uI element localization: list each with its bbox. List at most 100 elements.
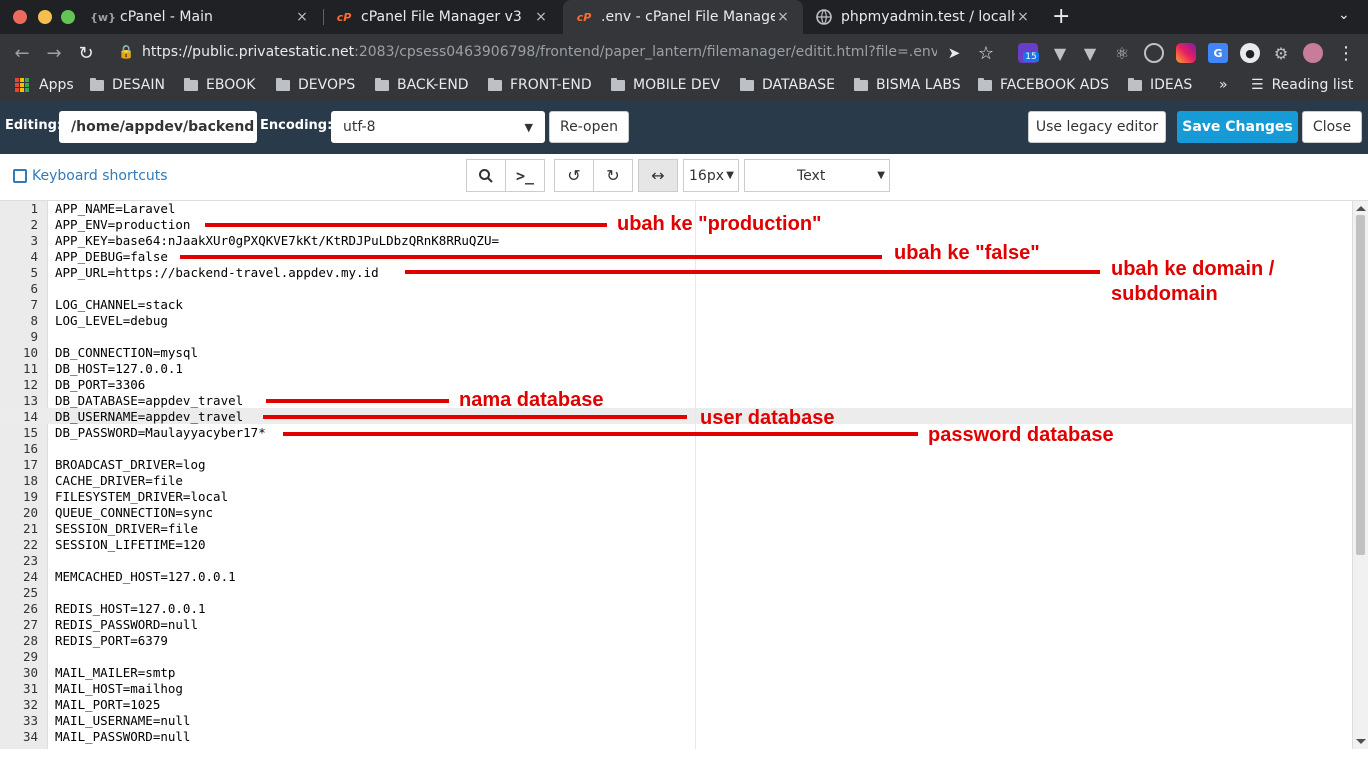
bookmark-folder[interactable]: DESAIN xyxy=(90,77,165,93)
reading-list-button[interactable]: ☰ Reading list xyxy=(1251,77,1353,93)
chevron-down-icon[interactable]: ⌄ xyxy=(1338,7,1350,23)
wrap-toggle-button[interactable]: ↔ xyxy=(638,159,678,192)
bookmark-folder[interactable]: FRONT-END xyxy=(488,77,592,93)
tab-close-icon[interactable]: × xyxy=(294,9,310,25)
line-text[interactable]: MAIL_MAILER=smtp xyxy=(55,665,175,681)
google-translate-icon[interactable]: G xyxy=(1208,43,1228,63)
line-text[interactable]: REDIS_PORT=6379 xyxy=(55,633,168,649)
code-line[interactable]: 17 BROADCAST_DRIVER=log xyxy=(0,457,1352,473)
line-text[interactable]: DB_PASSWORD=Maulayyacyber17* xyxy=(55,425,266,441)
back-icon[interactable]: ← xyxy=(10,41,34,65)
vue-icon[interactable]: ▼ xyxy=(1080,43,1100,63)
mode-select[interactable]: Text ▼ xyxy=(744,159,890,192)
code-line[interactable]: 19 FILESYSTEM_DRIVER=local xyxy=(0,489,1352,505)
save-changes-button[interactable]: Save Changes xyxy=(1177,111,1298,143)
code-line[interactable]: 12 DB_PORT=3306 xyxy=(0,377,1352,393)
line-text[interactable]: MAIL_HOST=mailhog xyxy=(55,681,183,697)
new-tab-button[interactable]: + xyxy=(1052,4,1070,29)
star-icon[interactable]: ☆ xyxy=(974,41,998,65)
react-devtools-icon[interactable]: ⚛ xyxy=(1112,43,1132,63)
search-button[interactable] xyxy=(466,159,506,192)
line-text[interactable]: APP_URL=https://backend-travel.appdev.my… xyxy=(55,265,379,281)
line-text[interactable]: LOG_CHANNEL=stack xyxy=(55,297,183,313)
code-line[interactable]: 27 REDIS_PASSWORD=null xyxy=(0,617,1352,633)
avatar[interactable] xyxy=(1303,43,1323,63)
line-text[interactable]: SESSION_LIFETIME=120 xyxy=(55,537,206,553)
line-text[interactable]: MAIL_PORT=1025 xyxy=(55,697,160,713)
tab-close-icon[interactable]: × xyxy=(1015,9,1031,25)
tab-close-icon[interactable]: × xyxy=(775,9,791,25)
reopen-button[interactable]: Re-open xyxy=(549,111,629,143)
code-line[interactable]: 16 xyxy=(0,441,1352,457)
code-line[interactable]: 32 MAIL_PORT=1025 xyxy=(0,697,1352,713)
bookmark-folder[interactable]: BISMA LABS xyxy=(854,77,961,93)
instagram-icon[interactable] xyxy=(1176,43,1196,63)
code-line[interactable]: 20 QUEUE_CONNECTION=sync xyxy=(0,505,1352,521)
code-line[interactable]: 22 SESSION_LIFETIME=120 xyxy=(0,537,1352,553)
send-icon[interactable]: ➤ xyxy=(942,41,966,65)
keyboard-shortcuts-link[interactable]: Keyboard shortcuts xyxy=(13,168,168,184)
close-button[interactable]: Close xyxy=(1302,111,1362,143)
bookmark-folder[interactable]: EBOOK xyxy=(184,77,255,93)
tab-cpanel-main[interactable]: {w} cPanel - Main × xyxy=(82,0,322,34)
line-text[interactable]: APP_KEY=base64:nJaakXUr0gPXQKVE7kKt/KtRD… xyxy=(55,233,499,249)
bookmark-folder[interactable]: MOBILE DEV xyxy=(611,77,720,93)
line-text[interactable]: DB_CONNECTION=mysql xyxy=(55,345,198,361)
target-icon[interactable] xyxy=(1144,43,1164,63)
line-text[interactable]: MAIL_USERNAME=null xyxy=(55,713,190,729)
bookmarks-overflow-button[interactable]: » xyxy=(1219,77,1228,93)
line-text[interactable]: MEMCACHED_HOST=127.0.0.1 xyxy=(55,569,236,585)
menu-icon[interactable]: ⋮ xyxy=(1334,41,1358,65)
goto-line-button[interactable]: >_ xyxy=(505,159,545,192)
code-line[interactable]: 10 DB_CONNECTION=mysql xyxy=(0,345,1352,361)
tab-env-file-manager[interactable]: cP .env - cPanel File Manager × xyxy=(563,0,803,34)
line-text[interactable]: DB_HOST=127.0.0.1 xyxy=(55,361,183,377)
code-line[interactable]: 24 MEMCACHED_HOST=127.0.0.1 xyxy=(0,569,1352,585)
window-close-button[interactable] xyxy=(13,10,27,24)
encoding-select[interactable]: utf-8 ▼ xyxy=(331,111,545,143)
code-line[interactable]: 13 DB_DATABASE=appdev_travel xyxy=(0,393,1352,409)
line-text[interactable]: DB_USERNAME=appdev_travel xyxy=(55,409,243,425)
code-editor[interactable]: 1 APP_NAME=Laravel 2 APP_ENV=production 3 APP… xyxy=(0,200,1368,749)
editing-path-field[interactable]: /home/appdev/backend xyxy=(59,111,257,143)
code-line[interactable]: 34 MAIL_PASSWORD=null xyxy=(0,729,1352,745)
line-text[interactable]: FILESYSTEM_DRIVER=local xyxy=(55,489,228,505)
line-text[interactable]: APP_DEBUG=false xyxy=(55,249,168,265)
line-text[interactable]: DB_DATABASE=appdev_travel xyxy=(55,393,243,409)
code-line[interactable]: 30 MAIL_MAILER=smtp xyxy=(0,665,1352,681)
bookmark-folder[interactable]: BACK-END xyxy=(375,77,469,93)
redo-button[interactable]: ↻ xyxy=(593,159,633,192)
code-line[interactable]: 25 xyxy=(0,585,1352,601)
code-line[interactable]: 33 MAIL_USERNAME=null xyxy=(0,713,1352,729)
line-text[interactable]: LOG_LEVEL=debug xyxy=(55,313,168,329)
tab-close-icon[interactable]: × xyxy=(533,9,549,25)
code-line[interactable]: 18 CACHE_DRIVER=file xyxy=(0,473,1352,489)
code-line[interactable]: 23 xyxy=(0,553,1352,569)
undo-button[interactable]: ↺ xyxy=(554,159,594,192)
code-line[interactable]: 11 DB_HOST=127.0.0.1 xyxy=(0,361,1352,377)
bookmark-apps[interactable]: Apps xyxy=(15,77,74,93)
line-text[interactable]: MAIL_PASSWORD=null xyxy=(55,729,190,745)
code-line[interactable]: 28 REDIS_PORT=6379 xyxy=(0,633,1352,649)
window-maximize-button[interactable] xyxy=(61,10,75,24)
code-line[interactable]: 9 xyxy=(0,329,1352,345)
line-text[interactable]: SESSION_DRIVER=file xyxy=(55,521,198,537)
tab-phpmyadmin[interactable]: phpmyadmin.test / localh × xyxy=(803,0,1043,34)
code-line[interactable]: 31 MAIL_HOST=mailhog xyxy=(0,681,1352,697)
line-text[interactable]: REDIS_PASSWORD=null xyxy=(55,617,198,633)
line-text[interactable]: APP_NAME=Laravel xyxy=(55,201,175,217)
legacy-editor-button[interactable]: Use legacy editor xyxy=(1028,111,1166,143)
bookmark-folder[interactable]: DEVOPS xyxy=(276,77,355,93)
forward-icon[interactable]: → xyxy=(42,41,66,65)
code-line[interactable]: 8 LOG_LEVEL=debug xyxy=(0,313,1352,329)
code-line[interactable]: 29 xyxy=(0,649,1352,665)
bookmark-folder[interactable]: DATABASE xyxy=(740,77,835,93)
code-line[interactable]: 21 SESSION_DRIVER=file xyxy=(0,521,1352,537)
line-text[interactable]: DB_PORT=3306 xyxy=(55,377,145,393)
tab-file-manager[interactable]: cP cPanel File Manager v3 × xyxy=(323,0,561,34)
puzzle-icon[interactable]: ⚙ xyxy=(1271,43,1291,63)
scroll-up-icon[interactable] xyxy=(1356,206,1366,211)
vertical-scrollbar[interactable] xyxy=(1352,201,1368,749)
font-size-select[interactable]: 16px ▼ xyxy=(683,159,739,192)
scroll-down-icon[interactable] xyxy=(1356,739,1366,744)
